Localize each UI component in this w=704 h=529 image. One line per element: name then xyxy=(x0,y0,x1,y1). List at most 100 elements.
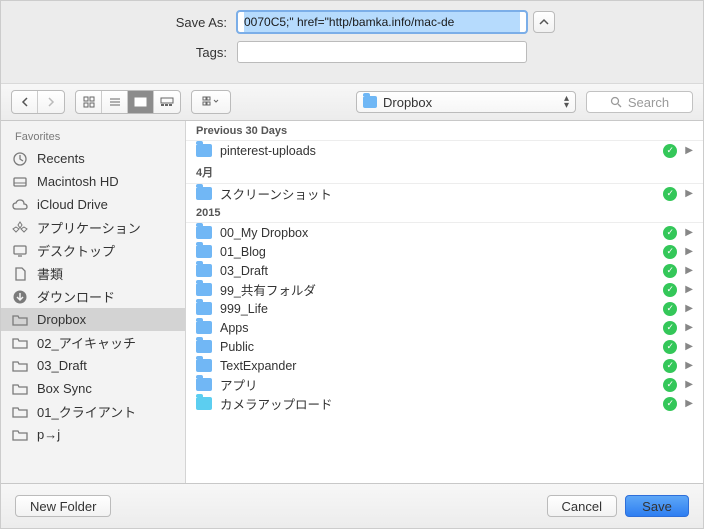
file-name: カメラアップロード xyxy=(220,394,655,413)
file-name: pinterest-uploads xyxy=(220,144,655,158)
sidebar-item-p-j[interactable]: p→j xyxy=(1,423,185,446)
folder-icon xyxy=(11,381,29,397)
disclosure-icon: ▶ xyxy=(685,227,693,238)
cancel-label: Cancel xyxy=(562,499,602,514)
gallery-view-button[interactable] xyxy=(154,91,180,113)
file-row[interactable]: pinterest-uploads ▶ xyxy=(186,141,703,160)
sync-badge-icon xyxy=(663,378,677,392)
file-name: Public xyxy=(220,340,655,354)
save-as-input[interactable] xyxy=(244,12,520,32)
list-view-button[interactable] xyxy=(102,91,128,113)
column-view-button[interactable] xyxy=(128,91,154,113)
disclosure-icon: ▶ xyxy=(685,322,693,333)
new-folder-button[interactable]: New Folder xyxy=(15,495,111,517)
group-seg xyxy=(191,90,231,114)
sidebar-item--[interactable]: アプリケーション xyxy=(1,216,185,239)
save-label: Save xyxy=(642,499,672,514)
disclosure-icon: ▶ xyxy=(685,188,693,199)
group-by-button[interactable] xyxy=(192,91,230,113)
desktop-icon xyxy=(11,243,29,259)
tags-input[interactable] xyxy=(237,41,527,63)
sidebar-item--[interactable]: デスクトップ xyxy=(1,239,185,262)
sidebar-item-03-draft[interactable]: 03_Draft xyxy=(1,354,185,377)
sidebar-item-recents[interactable]: Recents xyxy=(1,147,185,170)
disclosure-icon: ▶ xyxy=(685,360,693,371)
disclosure-icon: ▶ xyxy=(685,398,693,409)
file-row[interactable]: Public ▶ xyxy=(186,337,703,356)
sidebar-item-macintosh-hd[interactable]: Macintosh HD xyxy=(1,170,185,193)
file-name: 00_My Dropbox xyxy=(220,226,655,240)
sidebar-item-label: アプリケーション xyxy=(37,218,141,237)
folder-icon xyxy=(11,312,29,328)
folder-icon xyxy=(11,358,29,374)
file-row[interactable]: 99_共有フォルダ▶ xyxy=(186,280,703,299)
folder-icon xyxy=(196,226,212,239)
new-folder-label: New Folder xyxy=(30,499,96,514)
sidebar-header: Favorites xyxy=(1,129,185,147)
folder-icon xyxy=(196,283,212,296)
file-row[interactable]: 00_My Dropbox ▶ xyxy=(186,223,703,242)
icon-view-button[interactable] xyxy=(76,91,102,113)
file-name: アプリ xyxy=(220,375,655,394)
sidebar-item-dropbox[interactable]: Dropbox xyxy=(1,308,185,331)
downloads-icon xyxy=(11,289,29,305)
grid-icon xyxy=(83,96,95,108)
group-header: Previous 30 Days xyxy=(186,121,703,141)
folder-icon xyxy=(363,96,377,108)
sidebar-item-icloud-drive[interactable]: iCloud Drive xyxy=(1,193,185,216)
sync-badge-icon xyxy=(663,397,677,411)
sync-badge-icon xyxy=(663,359,677,373)
sync-badge-icon xyxy=(663,187,677,201)
tags-label: Tags: xyxy=(149,45,237,60)
folder-icon xyxy=(11,335,29,351)
file-row[interactable]: 999_Life▶ xyxy=(186,299,703,318)
sync-badge-icon xyxy=(663,226,677,240)
collapse-expand-button[interactable] xyxy=(533,11,555,33)
sidebar-item--[interactable]: ダウンロード xyxy=(1,285,185,308)
chevron-left-icon xyxy=(20,97,30,107)
disclosure-icon: ▶ xyxy=(685,246,693,257)
file-browser[interactable]: Previous 30 Days pinterest-uploads ▶ 4月スクリー… xyxy=(186,121,703,483)
forward-button[interactable] xyxy=(38,91,64,113)
file-row[interactable]: アプリ▶ xyxy=(186,375,703,394)
view-seg xyxy=(75,90,181,114)
file-name: 03_Draft xyxy=(220,264,655,278)
file-name: 01_Blog xyxy=(220,245,655,259)
location-popup[interactable]: Dropbox ▴▾ xyxy=(356,91,576,113)
folder-icon xyxy=(196,359,212,372)
file-name: スクリーンショット xyxy=(220,184,655,203)
sidebar-item-01-[interactable]: 01_クライアント xyxy=(1,400,185,423)
body: Favorites RecentsMacintosh HDiCloud Driv… xyxy=(1,121,703,483)
search-icon xyxy=(610,96,622,108)
save-dialog: Save As: Tags: xyxy=(0,0,704,529)
file-name: 99_共有フォルダ xyxy=(220,280,655,299)
file-row[interactable]: Apps▶ xyxy=(186,318,703,337)
file-row[interactable]: スクリーンショット ▶ xyxy=(186,184,703,203)
sync-badge-icon xyxy=(663,302,677,316)
chevron-right-icon xyxy=(46,97,56,107)
disclosure-icon: ▶ xyxy=(685,341,693,352)
search-field[interactable]: Search xyxy=(586,91,693,113)
file-row[interactable]: TextExpander▶ xyxy=(186,356,703,375)
sidebar-item-02-[interactable]: 02_アイキャッチ xyxy=(1,331,185,354)
sidebar-item--[interactable]: 書類 xyxy=(1,262,185,285)
hd-icon xyxy=(11,174,29,190)
group-header: 4月 xyxy=(186,160,703,184)
sidebar-item-box-sync[interactable]: Box Sync xyxy=(1,377,185,400)
folder-icon xyxy=(196,340,212,353)
sync-badge-icon xyxy=(663,245,677,259)
folder-icon xyxy=(11,404,29,420)
file-row[interactable]: 01_Blog ▶ xyxy=(186,242,703,261)
cancel-button[interactable]: Cancel xyxy=(547,495,617,517)
sidebar-item-label: ダウンロード xyxy=(37,287,115,306)
chevron-up-icon xyxy=(539,18,549,26)
file-row[interactable]: カメラアップロード ▶ xyxy=(186,394,703,413)
disclosure-icon: ▶ xyxy=(685,145,693,156)
file-row[interactable]: 03_Draft▶ xyxy=(186,261,703,280)
sidebar[interactable]: Favorites RecentsMacintosh HDiCloud Driv… xyxy=(1,121,186,483)
updown-icon: ▴▾ xyxy=(564,95,569,109)
save-button[interactable]: Save xyxy=(625,495,689,517)
list-icon xyxy=(109,97,121,107)
back-button[interactable] xyxy=(12,91,38,113)
folder-icon xyxy=(196,397,212,410)
